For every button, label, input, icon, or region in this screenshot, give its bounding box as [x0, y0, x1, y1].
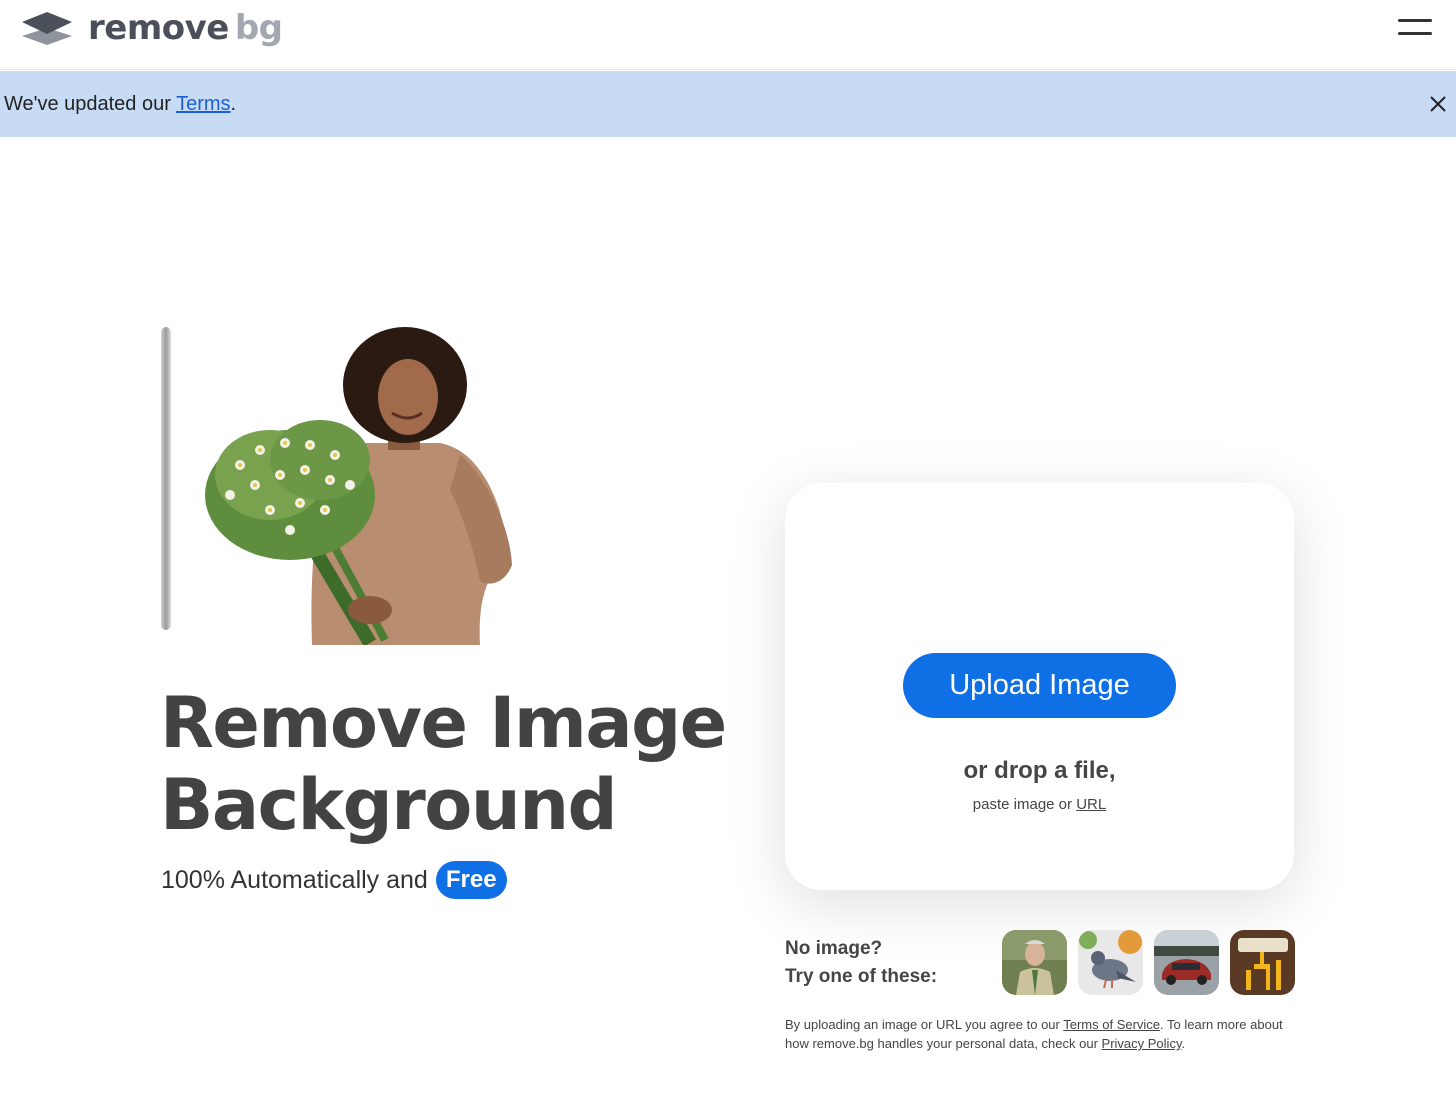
terms-banner: We've updated our Terms.: [0, 71, 1456, 137]
logo-text-bg: bg: [234, 8, 283, 48]
paste-hint: paste image or URL: [785, 796, 1294, 813]
site-header: remove bg: [0, 0, 1456, 70]
close-icon[interactable]: [1428, 94, 1448, 114]
sample-images: [1002, 930, 1295, 995]
sample-person-thumbnail[interactable]: [1002, 930, 1067, 995]
banner-message: We've updated our Terms.: [4, 91, 236, 117]
upload-card[interactable]: Upload Image or drop a file, paste image…: [785, 483, 1294, 890]
paste-hint-text: paste image or: [972, 796, 1077, 813]
legal-text-1: By uploading an image or URL you agree t…: [785, 1017, 1064, 1032]
logo-text-remove: remove: [88, 8, 229, 48]
hero-subtitle: 100% Automatically and Free: [161, 861, 507, 899]
banner-text-after: .: [230, 93, 237, 115]
drop-file-text: or drop a file,: [963, 757, 1116, 784]
sample-prompt-line-2: Try one of these:: [785, 966, 938, 987]
banner-text-before: We've updated our: [4, 93, 177, 115]
page-title-line-1: Remove Image: [160, 682, 727, 764]
sample-prompt: No image? Try one of these:: [785, 935, 937, 991]
sample-car-thumbnail[interactable]: [1154, 930, 1219, 995]
page-title-line-2: Background: [160, 764, 618, 846]
url-link[interactable]: URL: [1076, 796, 1106, 813]
sample-pigeon-thumbnail[interactable]: [1078, 930, 1143, 995]
hamburger-menu-icon[interactable]: [1398, 16, 1434, 40]
legal-text-3: .: [1181, 1036, 1186, 1051]
page-title: Remove Image Background: [160, 682, 760, 846]
sample-prompt-line-1: No image?: [785, 938, 883, 959]
logo[interactable]: remove bg: [20, 8, 283, 48]
terms-link[interactable]: Terms: [176, 93, 230, 115]
privacy-policy-link[interactable]: Privacy Policy: [1102, 1036, 1182, 1051]
terms-of-service-link[interactable]: Terms of Service: [1063, 1017, 1160, 1032]
layers-logo-icon: [22, 12, 72, 45]
free-badge: Free: [435, 861, 507, 899]
legal-notice: By uploading an image or URL you agree t…: [785, 1015, 1305, 1053]
hero-woman-with-flowers-image: [161, 327, 512, 645]
upload-image-button[interactable]: Upload Image: [903, 653, 1176, 718]
sample-tools-thumbnail[interactable]: [1230, 930, 1295, 995]
hero-subtitle-text: 100% Automatically and: [161, 865, 428, 894]
